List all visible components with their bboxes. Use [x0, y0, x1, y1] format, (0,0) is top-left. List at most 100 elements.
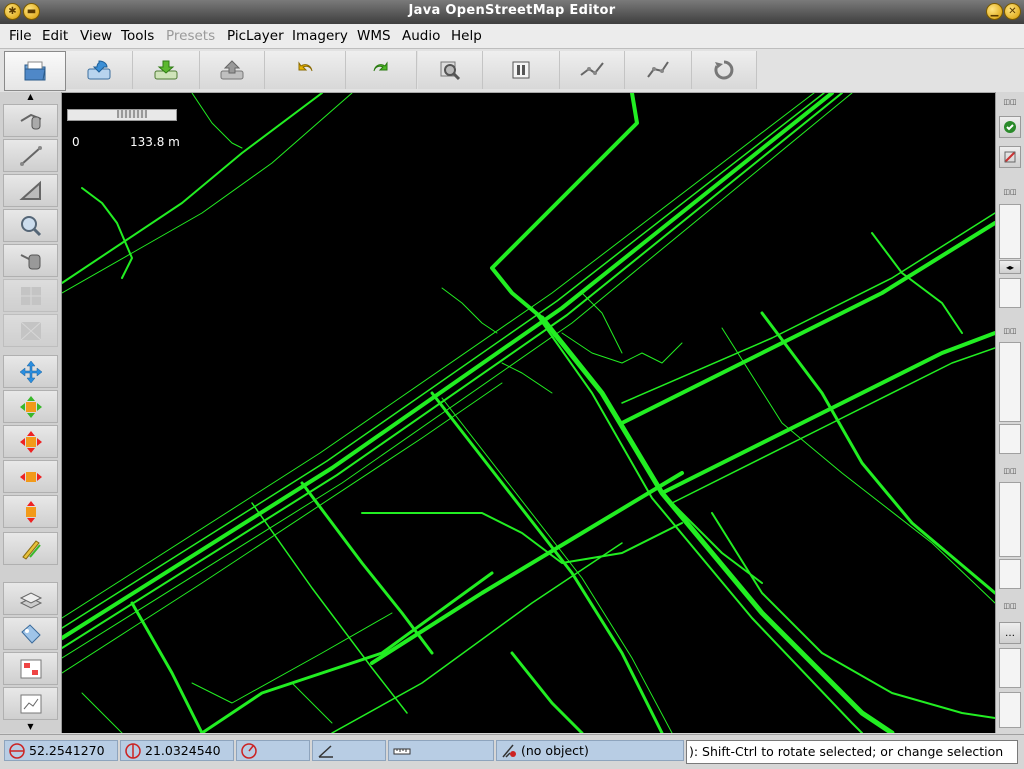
history-icon — [20, 694, 41, 713]
rotate-icon — [19, 395, 42, 418]
open-file-icon — [24, 61, 46, 81]
conflict-button[interactable] — [999, 146, 1021, 168]
longitude-icon — [125, 743, 141, 759]
download-button[interactable] — [66, 51, 133, 89]
menu-wms[interactable]: WMS — [357, 28, 391, 44]
undo-button[interactable] — [265, 51, 346, 89]
relations-button[interactable] — [3, 652, 58, 685]
menu-audio[interactable]: Audio — [402, 28, 440, 44]
disabled-tool-button-2[interactable] — [3, 314, 58, 347]
dock-handle-icon[interactable]: ◫◫ — [1000, 467, 1020, 475]
scale-bar — [67, 109, 177, 121]
undo-icon — [298, 61, 313, 72]
title-bar: ✱ ▬ Java OpenStreetMap Editor ▁ ✕ — [0, 0, 1024, 24]
tags-icon — [20, 623, 41, 644]
draw-way-icon — [19, 145, 42, 166]
scale-end-label: 133.8 m — [130, 135, 180, 149]
download-icon — [87, 60, 111, 80]
dock-handle-icon[interactable]: ◫◫ — [1000, 602, 1020, 610]
menu-file[interactable]: File — [9, 28, 32, 44]
resize-arrows-icon[interactable]: ◂▸ — [999, 260, 1021, 274]
heading-field — [236, 740, 310, 761]
more-button[interactable]: … — [999, 622, 1021, 644]
checkmark-icon — [1004, 121, 1016, 133]
dock-slot — [999, 204, 1021, 259]
dock-handle-icon[interactable]: ◫◫ — [1000, 98, 1020, 106]
scroll-up-icon[interactable]: ▲ — [0, 92, 61, 102]
select-mode-button[interactable] — [3, 104, 58, 137]
object-field: (no object) — [496, 740, 684, 761]
angle-icon — [318, 745, 333, 758]
scroll-down-icon[interactable]: ▼ — [0, 722, 61, 732]
dock-slot — [999, 278, 1021, 308]
status-bar: 52.2541270 21.0324540 (no object) ): Shi… — [0, 734, 1024, 769]
move-vertical-icon — [25, 500, 36, 523]
tags-button[interactable] — [3, 617, 58, 650]
menu-edit[interactable]: Edit — [42, 28, 68, 44]
latitude-field: 52.2541270 — [4, 740, 118, 761]
draw-way-button[interactable] — [3, 139, 58, 172]
disabled-tool-button-1[interactable] — [3, 279, 58, 312]
split-way-icon — [580, 62, 604, 76]
menu-view[interactable]: View — [80, 28, 112, 44]
disabled-tool-icon — [20, 321, 41, 340]
open-file-button[interactable] — [4, 51, 66, 91]
combine-way-button[interactable] — [625, 51, 692, 89]
menu-piclayer[interactable]: PicLayer — [227, 28, 284, 44]
save-button[interactable] — [133, 51, 200, 89]
menu-help[interactable]: Help — [451, 28, 482, 44]
latitude-value: 52.2541270 — [29, 743, 105, 758]
window-title: Java OpenStreetMap Editor — [408, 3, 616, 18]
checkmark-button[interactable] — [999, 116, 1021, 138]
history-button[interactable] — [3, 687, 58, 720]
redo-button[interactable] — [346, 51, 417, 89]
dock-handle-icon[interactable]: ◫◫ — [1000, 188, 1020, 196]
minimize-icon[interactable]: ▁ — [986, 3, 1003, 20]
preferences-button[interactable] — [483, 51, 560, 89]
layers-icon — [19, 591, 42, 609]
move-button[interactable] — [3, 355, 58, 388]
menu-presets[interactable]: Presets — [166, 28, 215, 44]
dock-slot — [999, 559, 1021, 589]
ruler-icon — [393, 748, 411, 755]
longitude-value: 21.0324540 — [145, 743, 221, 758]
draw-area-button[interactable] — [3, 174, 58, 207]
preferences-icon — [512, 61, 530, 79]
draw-area-icon — [18, 180, 41, 200]
menu-bar: File Edit View Tools Presets PicLayer Im… — [0, 24, 1024, 49]
move-horizontal-icon — [19, 471, 42, 482]
close-icon[interactable]: ✕ — [1004, 3, 1021, 20]
zoom-mode-button[interactable] — [3, 209, 58, 242]
help-text: ): Shift-Ctrl to rotate selected; or cha… — [686, 740, 1018, 764]
move-horizontal-button[interactable] — [3, 460, 58, 493]
zoom-selection-button[interactable] — [418, 51, 483, 89]
pencil-icon — [21, 539, 41, 560]
zoom-mode-icon — [20, 215, 41, 236]
zoom-selection-icon — [440, 61, 461, 81]
gps-tracks[interactable] — [62, 93, 995, 733]
dialog-dock: ◫◫ ◫◫ ◂▸ ◫◫ ◫◫ ◫◫ … — [995, 92, 1024, 733]
conflict-icon — [1004, 151, 1016, 163]
pencil-button[interactable] — [3, 532, 58, 565]
rotate-button[interactable] — [3, 390, 58, 423]
split-way-button[interactable] — [560, 51, 625, 89]
move-vertical-button[interactable] — [3, 495, 58, 528]
refresh-button[interactable] — [692, 51, 757, 89]
move-icon — [19, 360, 42, 383]
delete-mode-button[interactable] — [3, 244, 58, 277]
disabled-tool-icon — [20, 286, 41, 305]
scale-start-label: 0 — [72, 135, 80, 149]
menu-imagery[interactable]: Imagery — [292, 28, 348, 44]
dock-handle-icon[interactable]: ◫◫ — [1000, 327, 1020, 335]
scale-button[interactable] — [3, 425, 58, 458]
save-icon — [154, 60, 178, 80]
map-view[interactable]: 0 133.8 m — [62, 93, 995, 733]
combine-way-icon — [647, 61, 669, 78]
object-icon — [502, 744, 516, 758]
menu-tools[interactable]: Tools — [121, 28, 154, 44]
angle-field — [312, 740, 386, 761]
mode-toolbar: ▲ ▼ — [0, 92, 62, 733]
layers-button[interactable] — [3, 582, 58, 615]
delete-mode-icon — [20, 253, 40, 269]
upload-button[interactable] — [200, 51, 265, 89]
